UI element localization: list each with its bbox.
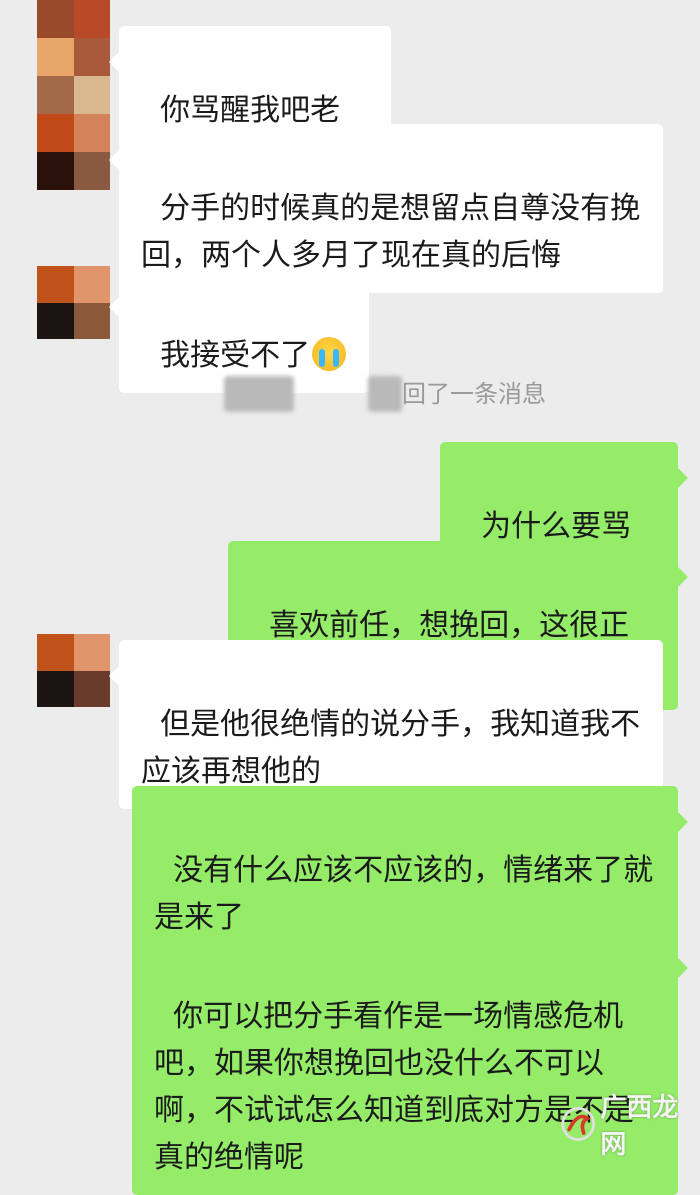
watermark: 广西龙网 — [560, 1093, 700, 1160]
message-text: 没有什么应该不应该的，情绪来了就是来了 — [154, 853, 654, 935]
watermark-logo-icon — [561, 1107, 596, 1141]
avatar-mosaic-cell — [73, 152, 110, 190]
avatar-contact[interactable] — [37, 266, 110, 339]
message-bubble-outgoing[interactable]: 没有什么应该不应该的，情绪来了就是来了 — [132, 786, 688, 955]
avatar-mosaic-cell — [73, 38, 110, 76]
avatar-mosaic-cell — [73, 670, 110, 707]
avatar-contact[interactable] — [37, 634, 110, 707]
message-text: 我接受不了 — [160, 338, 311, 373]
message-bubble-incoming[interactable]: 分手的时候真的是想留点自尊没有挽回，两个人多月了现在真的后悔 — [109, 124, 663, 293]
message-bubble-outgoing[interactable]: 你可以把分手看作是一场情感危机吧，如果你想挽回也没什么不可以啊，不试试怎么知道到… — [132, 932, 688, 1195]
avatar-mosaic-cell — [37, 634, 74, 671]
avatar-mosaic-cell — [73, 114, 110, 152]
message-text: 但是他很绝情的说分手，我知道我不应该再想他的 — [141, 707, 641, 789]
avatar-mosaic-cell — [73, 76, 110, 114]
avatar-mosaic-cell — [37, 152, 74, 190]
avatar-mosaic-cell — [37, 0, 74, 38]
avatar-mosaic-cell — [37, 76, 74, 114]
avatar-mosaic-cell — [37, 114, 74, 152]
message-text: 你可以把分手看作是一场情感危机吧，如果你想挽回也没什么不可以啊，不试试怎么知道到… — [154, 999, 634, 1175]
avatar-contact[interactable] — [37, 0, 110, 190]
avatar-mosaic-cell — [73, 302, 110, 339]
avatar-mosaic-cell — [37, 670, 74, 707]
avatar-mosaic-cell — [37, 38, 74, 76]
crying-face-icon — [312, 337, 347, 371]
message-text: 分手的时候真的是想留点自尊没有挽回，两个人多月了现在真的后悔 — [141, 191, 641, 273]
blurred-name — [368, 376, 402, 412]
recall-text: 回了一条消息 — [402, 380, 546, 408]
avatar-mosaic-cell — [73, 0, 110, 38]
message-bubble-incoming[interactable]: 但是他很绝情的说分手，我知道我不应该再想他的 — [109, 640, 663, 809]
avatar-mosaic-cell — [37, 266, 74, 303]
recall-notice: 回了一条消息 — [224, 374, 546, 414]
avatar-mosaic-cell — [73, 634, 110, 671]
avatar-mosaic-cell — [37, 302, 74, 339]
avatar-mosaic-cell — [73, 266, 110, 303]
blurred-name — [224, 376, 294, 412]
